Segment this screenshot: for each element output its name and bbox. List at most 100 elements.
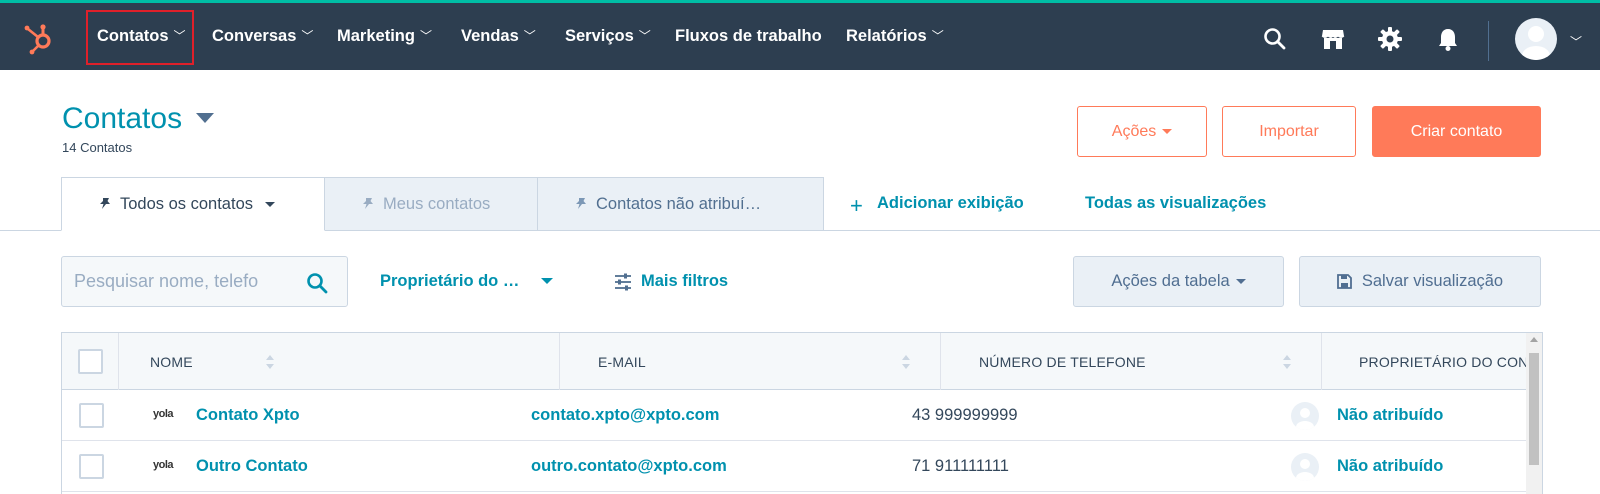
nav-item-label: Relatórios bbox=[846, 27, 927, 45]
caret-down-icon bbox=[265, 201, 275, 207]
search-icon[interactable] bbox=[1262, 26, 1288, 52]
notifications-icon[interactable] bbox=[1435, 26, 1461, 52]
column-label: NOME bbox=[150, 353, 193, 370]
nav-item-label: Fluxos de trabalho bbox=[675, 27, 822, 45]
tab-label: Todos os contatos bbox=[120, 194, 253, 213]
top-navigation-bar: Contatos ﹀ Conversas ﹀ Marketing ﹀ Vendas ﹀ … bbox=[0, 0, 1600, 70]
hubspot-sprocket-icon[interactable] bbox=[22, 21, 56, 55]
sort-icon[interactable] bbox=[902, 354, 910, 370]
search-input[interactable] bbox=[74, 271, 302, 292]
user-silhouette-icon bbox=[1522, 26, 1550, 60]
search-box bbox=[61, 256, 348, 307]
owner-avatar bbox=[1291, 453, 1319, 481]
create-contact-button[interactable]: Criar contato bbox=[1372, 106, 1541, 157]
tab-label: Contatos não atribuí… bbox=[596, 194, 762, 213]
chevron-down-icon: ﹀ bbox=[931, 29, 944, 43]
more-filters-link[interactable]: Mais filtros bbox=[641, 272, 728, 291]
plus-icon[interactable]: + bbox=[850, 193, 863, 219]
caret-down-icon[interactable] bbox=[196, 113, 214, 123]
row-checkbox[interactable] bbox=[79, 403, 104, 428]
contact-phone: 43 999999999 bbox=[912, 406, 1018, 424]
nav-item-label: Conversas bbox=[212, 27, 297, 45]
owner-avatar bbox=[1291, 402, 1319, 430]
row-checkbox[interactable] bbox=[79, 454, 104, 479]
caret-down-icon[interactable] bbox=[541, 278, 553, 284]
pin-icon bbox=[363, 198, 373, 209]
column-header-telefone[interactable]: NÚMERO DE TELEFONE bbox=[941, 333, 1322, 390]
nav-item-relatorios[interactable]: Relatórios ﹀ bbox=[846, 27, 944, 46]
contact-email-link[interactable]: contato.xpto@xpto.com bbox=[531, 406, 719, 425]
contact-phone: 71 911111111 bbox=[912, 457, 1009, 475]
save-view-button[interactable]: Salvar visualização bbox=[1299, 256, 1541, 307]
actions-button-label: Ações bbox=[1111, 122, 1157, 140]
column-label: NÚMERO DE TELEFONE bbox=[979, 353, 1146, 370]
nav-item-vendas[interactable]: Vendas ﹀ bbox=[461, 27, 536, 46]
chevron-down-icon: ﹀ bbox=[523, 29, 536, 43]
pin-icon bbox=[100, 198, 110, 209]
scrollbar-thumb[interactable] bbox=[1529, 353, 1539, 465]
search-icon[interactable] bbox=[306, 272, 328, 294]
pin-icon bbox=[576, 198, 586, 209]
company-logo: yola bbox=[153, 459, 174, 471]
settings-icon[interactable] bbox=[1377, 26, 1403, 52]
tab-contatos-nao-atribuidos[interactable]: Contatos não atribuí… bbox=[537, 177, 824, 231]
select-all-checkbox[interactable] bbox=[78, 349, 103, 374]
tab-meus-contatos[interactable]: Meus contatos bbox=[324, 177, 538, 231]
chevron-down-icon[interactable]: ﹀ bbox=[1570, 33, 1582, 50]
marketplace-icon[interactable] bbox=[1320, 26, 1346, 52]
scroll-up-arrow-icon[interactable] bbox=[1530, 337, 1538, 342]
table-header: NOME E-MAIL NÚMERO DE TELEFONE PROPRIETÁ… bbox=[62, 333, 1542, 390]
caret-down-icon bbox=[1235, 279, 1246, 284]
user-silhouette-icon bbox=[1296, 408, 1314, 430]
table-row[interactable]: yola Contato Xpto contato.xpto@xpto.com … bbox=[62, 390, 1542, 441]
nav-item-contatos[interactable]: Contatos ﹀ bbox=[97, 27, 186, 46]
tab-todos-os-contatos[interactable]: Todos os contatos bbox=[61, 177, 325, 231]
import-button[interactable]: Importar bbox=[1222, 106, 1356, 157]
user-silhouette-icon bbox=[1296, 459, 1314, 481]
column-header-proprietario[interactable]: PROPRIETÁRIO DO CONTATO bbox=[1322, 333, 1542, 390]
nav-item-label: Serviços bbox=[565, 27, 634, 45]
contact-email-link[interactable]: outro.contato@xpto.com bbox=[531, 457, 727, 476]
chevron-down-icon: ﹀ bbox=[173, 29, 186, 43]
all-views-link[interactable]: Todas as visualizações bbox=[1085, 194, 1266, 213]
save-icon bbox=[1336, 274, 1352, 289]
column-label: PROPRIETÁRIO DO CONTATO bbox=[1359, 353, 1542, 370]
actions-button[interactable]: Ações bbox=[1077, 106, 1207, 157]
user-avatar[interactable] bbox=[1515, 18, 1557, 60]
nav-item-conversas[interactable]: Conversas ﹀ bbox=[212, 27, 313, 46]
chevron-down-icon: ﹀ bbox=[419, 29, 432, 43]
table-actions-button[interactable]: Ações da tabela bbox=[1073, 256, 1284, 307]
sliders-icon[interactable] bbox=[614, 273, 632, 291]
column-header-nome[interactable]: NOME bbox=[119, 333, 560, 390]
tab-label: Meus contatos bbox=[383, 194, 491, 213]
contact-owner-link[interactable]: Não atribuído bbox=[1337, 406, 1443, 425]
contact-owner-link[interactable]: Não atribuído bbox=[1337, 457, 1443, 476]
record-count: 14 Contatos bbox=[62, 140, 133, 155]
owner-filter-dropdown[interactable]: Proprietário do … bbox=[380, 272, 519, 291]
sort-icon[interactable] bbox=[1283, 354, 1291, 370]
import-button-label: Importar bbox=[1259, 122, 1319, 140]
caret-down-icon bbox=[1162, 129, 1173, 134]
nav-item-fluxos-de-trabalho[interactable]: Fluxos de trabalho bbox=[675, 27, 822, 46]
nav-item-servicos[interactable]: Serviços ﹀ bbox=[565, 27, 651, 46]
sort-icon[interactable] bbox=[266, 354, 274, 370]
company-logo: yola bbox=[153, 408, 174, 420]
column-header-email[interactable]: E-MAIL bbox=[560, 333, 941, 390]
nav-item-label: Vendas bbox=[461, 27, 519, 45]
chevron-down-icon: ﹀ bbox=[301, 29, 314, 43]
contact-name-link[interactable]: Outro Contato bbox=[196, 457, 308, 476]
table-actions-label: Ações da tabela bbox=[1111, 272, 1230, 290]
chevron-down-icon: ﹀ bbox=[638, 29, 651, 43]
nav-item-label: Marketing bbox=[337, 27, 415, 45]
nav-item-label: Contatos bbox=[97, 27, 169, 45]
contact-name-link[interactable]: Contato Xpto bbox=[196, 406, 300, 425]
nav-item-marketing[interactable]: Marketing ﹀ bbox=[337, 27, 432, 46]
add-view-link[interactable]: Adicionar exibição bbox=[877, 194, 1024, 213]
contacts-table: NOME E-MAIL NÚMERO DE TELEFONE PROPRIETÁ… bbox=[61, 332, 1543, 494]
table-row[interactable]: yola Outro Contato outro.contato@xpto.co… bbox=[62, 441, 1542, 492]
page-title[interactable]: Contatos bbox=[62, 102, 182, 136]
select-all-cell bbox=[62, 333, 119, 390]
nav-divider bbox=[1488, 21, 1489, 61]
column-label: E-MAIL bbox=[598, 353, 646, 370]
save-view-label: Salvar visualização bbox=[1361, 272, 1504, 290]
